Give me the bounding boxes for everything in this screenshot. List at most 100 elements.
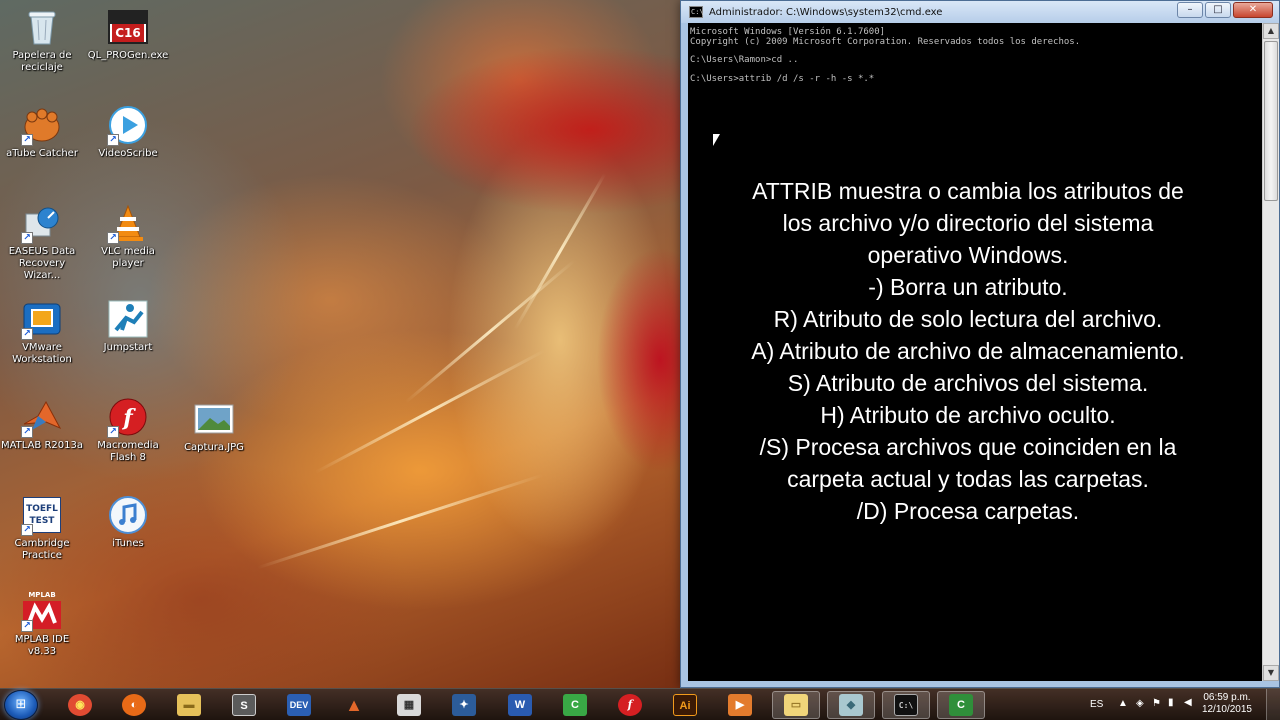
dev-cpp-icon: DEV (287, 694, 311, 716)
taskbar-media-player[interactable]: ▶ (716, 691, 764, 719)
wallpaper-light-streak (256, 473, 544, 570)
taskbar-matlab[interactable]: ▲ (330, 691, 378, 719)
start-button[interactable]: ⊞ (4, 690, 38, 720)
taskbar-cmd[interactable]: C:\ (882, 691, 930, 719)
overlay-line: H) Atributo de archivo oculto. (820, 402, 1116, 428)
desktop-icon-easeus[interactable]: ↗ EASEUS Data Recovery Wizar... (0, 202, 84, 282)
vertical-scrollbar[interactable]: ▲ ▼ (1262, 23, 1279, 681)
desktop-icon-ql-progen[interactable]: C16 QL_PROGen.exe (86, 6, 170, 62)
taskbar-firefox[interactable]: ◐ (110, 691, 158, 719)
taskbar: ⊞ ◉ ◐ ▬ S DEV ▲ ▦ ✦ W C f Ai ▶ ▭ ◆ C:\ C… (0, 688, 1280, 720)
taskbar-app-box[interactable]: ◆ (827, 691, 875, 719)
desktop-icon-videoscribe[interactable]: ↗ VideoScribe (86, 104, 170, 160)
overlay-line: R) Atributo de solo lectura del archivo. (773, 306, 1163, 332)
chrome-icon: ◉ (68, 694, 92, 716)
flash-icon: f ↗ (107, 396, 149, 438)
minimize-button[interactable]: – (1177, 2, 1203, 18)
camtasia-recorder-icon: C (949, 694, 973, 716)
taskbar-calculator[interactable]: ▦ (385, 691, 433, 719)
scroll-up-arrow-icon[interactable]: ▲ (1263, 23, 1279, 39)
shortcut-arrow-icon: ↗ (21, 328, 33, 340)
taskbar-folder[interactable]: ▭ (772, 691, 820, 719)
s-app-icon: S (232, 694, 256, 716)
matlab-icon: ▲ (345, 695, 363, 715)
media-player-icon: ▶ (728, 694, 752, 716)
flash-icon: f (618, 694, 642, 716)
taskbar-network-tool[interactable]: ✦ (440, 691, 488, 719)
desktop-icon-atube-catcher[interactable]: ↗ aTube Catcher (0, 104, 84, 160)
taskbar-chrome[interactable]: ◉ (56, 691, 104, 719)
easeus-icon: ↗ (21, 202, 63, 244)
overlay-line: los archivo y/o directorio del sistema (782, 210, 1154, 236)
vlc-cone-icon: ↗ (107, 202, 149, 244)
cmd-titlebar[interactable]: C:\ Administrador: C:\Windows\system32\c… (681, 1, 1279, 23)
desktop-icon-matlab[interactable]: ↗ MATLAB R2013a (0, 396, 84, 452)
tray-app-icon[interactable]: ◈ (1136, 698, 1144, 709)
c16-badge: C16 (112, 24, 144, 42)
overlay-line: S) Atributo de archivos del sistema. (787, 370, 1149, 396)
taskbar-illustrator[interactable]: Ai (661, 691, 709, 719)
wallpaper-light-streak (513, 172, 607, 331)
taskbar-camtasia[interactable]: C (551, 691, 599, 719)
shortcut-arrow-icon: ↗ (107, 134, 119, 146)
overlay-line: ATTRIB muestra o cambia los atributos de (752, 178, 1184, 204)
mouse-pointer-icon (713, 134, 720, 146)
desktop-icon-jumpstart[interactable]: Jumpstart (86, 298, 170, 354)
matlab-icon: ↗ (21, 396, 63, 438)
shortcut-arrow-icon: ↗ (21, 426, 33, 438)
recycle-bin-icon (21, 6, 63, 48)
desktop-icon-vmware[interactable]: ↗ VMware Workstation (0, 298, 84, 366)
desktop-icon-vlc[interactable]: ↗ VLC media player (86, 202, 170, 270)
calculator-icon: ▦ (397, 694, 421, 716)
console-line: Copyright (c) 2009 Microsoft Corporation… (690, 37, 1081, 47)
flag-icon[interactable]: ⚑ (1152, 698, 1161, 709)
folder-icon: ▬ (177, 694, 201, 716)
atube-catcher-icon: ↗ (21, 104, 63, 146)
maximize-button[interactable]: □ (1205, 2, 1231, 18)
clock-date: 12/10/2015 (1201, 704, 1252, 715)
desktop-icon-flash8[interactable]: f ↗ Macromedia Flash 8 (86, 396, 170, 464)
desktop-icon-mplab-ide[interactable]: MPLAB IDE ↗ MPLAB IDE v8.33 (0, 590, 84, 658)
overlay-line: /D) Procesa carpetas. (856, 498, 1080, 524)
taskbar-word[interactable]: W (496, 691, 544, 719)
toefl-icon: TOEFL TEST ↗ (21, 494, 63, 536)
image-file-icon (193, 398, 235, 440)
taskbar-flash[interactable]: f (606, 691, 654, 719)
system-tray: ES ▲ ◈ ⚑ ▮ ◀ 06:59 p.m. 12/10/2015 (1080, 689, 1280, 720)
system-clock[interactable]: 06:59 p.m. 12/10/2015 (1202, 692, 1252, 716)
taskbar-explorer[interactable]: ▬ (165, 691, 213, 719)
cmd-icon: C:\ (894, 694, 918, 716)
shortcut-arrow-icon: ↗ (21, 524, 33, 536)
taskbar-camtasia-recorder[interactable]: C (937, 691, 985, 719)
overlay-line: carpeta actual y todas las carpetas. (787, 466, 1149, 492)
desktop-icon-captura-jpg[interactable]: Captura.JPG (172, 398, 256, 454)
illustrator-icon: Ai (673, 694, 697, 716)
taskbar-s-app[interactable]: S (220, 691, 268, 719)
desktop-icon-cambridge-practice[interactable]: TOEFL TEST ↗ Cambridge Practice (0, 494, 84, 562)
shortcut-arrow-icon: ↗ (107, 426, 119, 438)
console-output-area[interactable]: Microsoft Windows [Versión 6.1.7600] Cop… (688, 23, 1262, 681)
console-line: C:\Users\Ramon>cd .. (690, 55, 799, 65)
shortcut-arrow-icon: ↗ (21, 620, 33, 632)
volume-icon[interactable]: ◀ (1184, 697, 1192, 708)
network-tool-icon: ✦ (452, 694, 476, 716)
language-indicator[interactable]: ES (1090, 699, 1103, 710)
network-icon[interactable]: ▮ (1168, 697, 1174, 708)
firefox-icon: ◐ (122, 694, 146, 716)
scroll-down-arrow-icon[interactable]: ▼ (1263, 665, 1279, 681)
scroll-thumb[interactable] (1264, 41, 1278, 201)
close-button[interactable]: ✕ (1233, 2, 1273, 18)
wallpaper-light-streak (314, 349, 546, 474)
desktop-icon-itunes[interactable]: iTunes (86, 494, 170, 550)
cmd-window[interactable]: C:\ Administrador: C:\Windows\system32\c… (680, 0, 1280, 688)
mplab-icon: MPLAB IDE ↗ (21, 590, 63, 632)
shortcut-arrow-icon: ↗ (107, 232, 119, 244)
videoscribe-icon: ↗ (107, 104, 149, 146)
overlay-line: A) Atributo de archivo de almacenamiento… (751, 338, 1185, 364)
taskbar-dev-cpp[interactable]: DEV (275, 691, 323, 719)
overlay-line: -) Borra un atributo. (868, 274, 1068, 300)
show-desktop-button[interactable] (1266, 689, 1280, 720)
clock-time: 06:59 p.m. (1203, 692, 1251, 703)
desktop-icon-recycle-bin[interactable]: Papelera de reciclaje (0, 6, 84, 74)
show-hidden-icons-icon[interactable]: ▲ (1118, 698, 1128, 709)
